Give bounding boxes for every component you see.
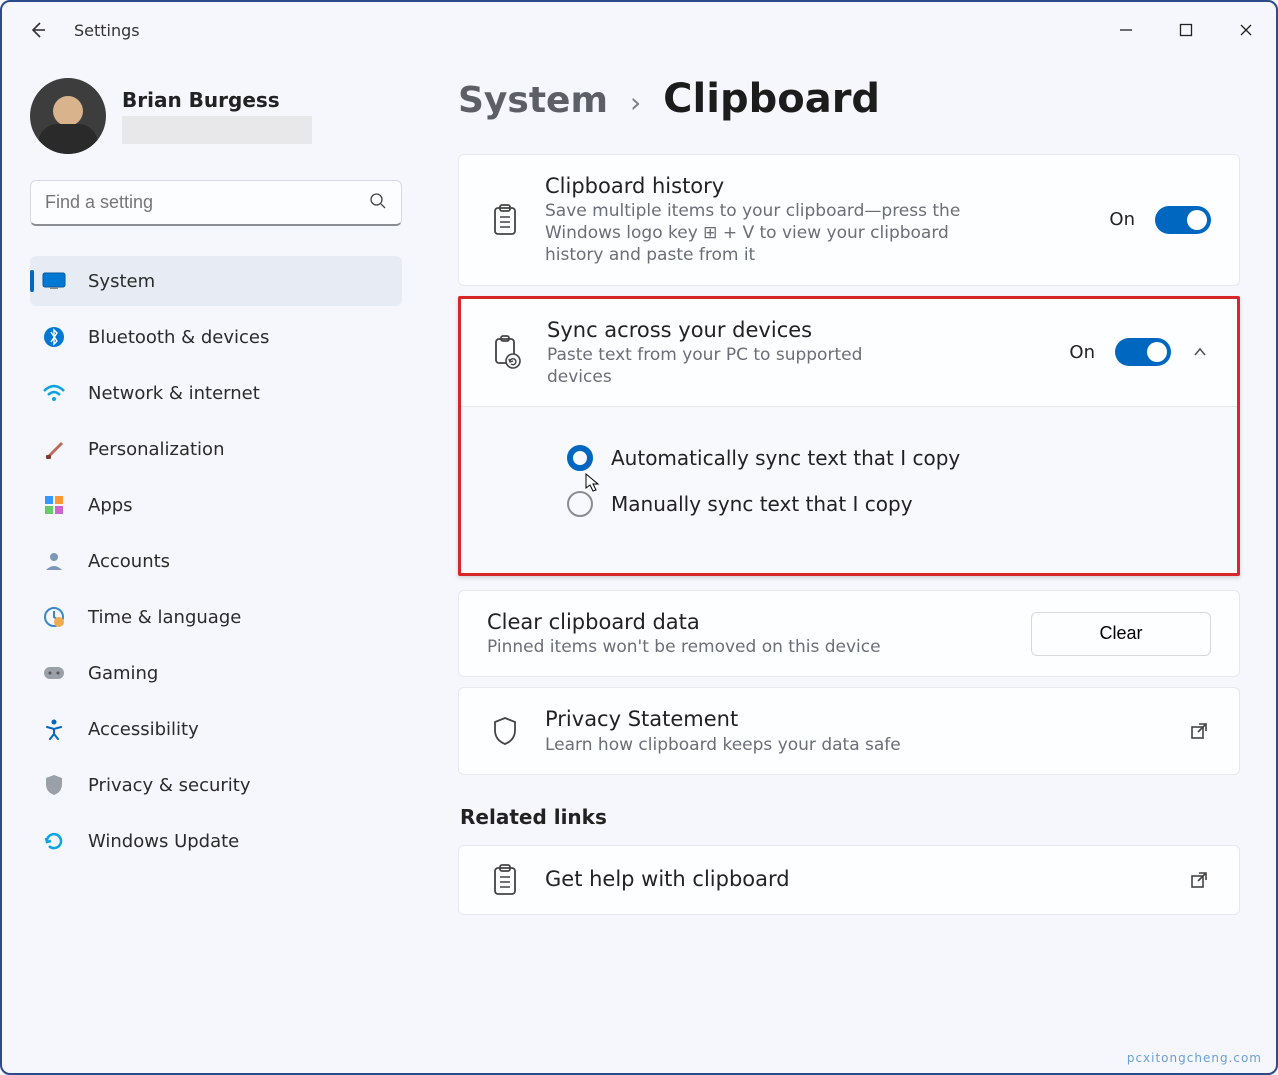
back-button[interactable]	[26, 18, 50, 42]
setting-title: Clear clipboard data	[487, 609, 881, 636]
close-button[interactable]	[1216, 10, 1276, 50]
app-title: Settings	[74, 21, 140, 40]
sidebar-item-apps[interactable]: Apps	[30, 480, 402, 530]
toggle-state-label: On	[1109, 209, 1135, 230]
clipboard-sync-icon	[489, 335, 525, 369]
radio-icon	[567, 445, 593, 471]
setting-description: Learn how clipboard keeps your data safe	[545, 734, 1165, 756]
minimize-button[interactable]	[1096, 10, 1156, 50]
sync-toggle[interactable]	[1115, 338, 1171, 366]
toggle-state-label: On	[1069, 342, 1095, 363]
sidebar-item-label: Windows Update	[88, 831, 239, 852]
update-icon	[42, 829, 66, 853]
clipboard-icon	[487, 204, 523, 236]
sidebar-item-time[interactable]: Time & language	[30, 592, 402, 642]
setting-description: Save multiple items to your clipboard—pr…	[545, 200, 985, 266]
sidebar-item-network[interactable]: Network & internet	[30, 368, 402, 418]
setting-title: Clipboard history	[545, 173, 1087, 200]
window-controls	[1096, 10, 1276, 50]
sidebar-item-bluetooth[interactable]: Bluetooth & devices	[30, 312, 402, 362]
shield-icon	[42, 773, 66, 797]
profile-name: Brian Burgess	[122, 88, 312, 112]
setting-title: Sync across your devices	[547, 317, 1047, 344]
clipboard-history-toggle[interactable]	[1155, 206, 1211, 234]
bluetooth-icon	[42, 325, 66, 349]
sidebar-item-system[interactable]: System	[30, 256, 402, 306]
sidebar-item-accounts[interactable]: Accounts	[30, 536, 402, 586]
breadcrumb-parent[interactable]: System	[458, 80, 608, 121]
sidebar-item-label: Gaming	[88, 663, 158, 684]
related-links-heading: Related links	[460, 805, 1240, 829]
related-link-label: Get help with clipboard	[545, 866, 1165, 893]
sidebar-item-label: Privacy & security	[88, 775, 251, 796]
sidebar-item-label: Network & internet	[88, 383, 260, 404]
sidebar-item-personalization[interactable]: Personalization	[30, 424, 402, 474]
wifi-icon	[42, 381, 66, 405]
clear-button[interactable]: Clear	[1031, 612, 1211, 656]
sidebar-item-label: Accessibility	[88, 719, 199, 740]
avatar	[30, 78, 106, 154]
related-help-clipboard[interactable]: Get help with clipboard	[458, 845, 1240, 915]
external-link-icon	[1187, 719, 1211, 743]
setting-clipboard-history: Clipboard history Save multiple items to…	[458, 154, 1240, 286]
watermark: pcxitongcheng.com	[1127, 1051, 1262, 1065]
profile-email-redacted	[122, 116, 312, 144]
shield-outline-icon	[487, 716, 523, 746]
brush-icon	[42, 437, 66, 461]
cursor-icon	[585, 473, 601, 493]
setting-description: Paste text from your PC to supported dev…	[547, 344, 887, 388]
sidebar-item-label: Apps	[88, 495, 133, 516]
sidebar: Brian Burgess System Bluetooth & devi	[2, 58, 422, 1073]
radio-icon	[567, 491, 593, 517]
apps-icon	[42, 493, 66, 517]
search-box[interactable]	[30, 180, 402, 226]
sidebar-item-label: Accounts	[88, 551, 170, 572]
sidebar-item-gaming[interactable]: Gaming	[30, 648, 402, 698]
external-link-icon	[1187, 868, 1211, 892]
accessibility-icon	[42, 717, 66, 741]
radio-auto-sync[interactable]: Automatically sync text that I copy	[567, 445, 1209, 471]
title-bar: Settings	[2, 2, 1276, 58]
setting-clear-clipboard: Clear clipboard data Pinned items won't …	[458, 590, 1240, 677]
gamepad-icon	[42, 661, 66, 685]
setting-privacy-statement[interactable]: Privacy Statement Learn how clipboard ke…	[458, 687, 1240, 774]
search-input[interactable]	[45, 192, 369, 213]
search-icon	[369, 192, 387, 214]
maximize-button[interactable]	[1156, 10, 1216, 50]
sidebar-item-update[interactable]: Windows Update	[30, 816, 402, 866]
breadcrumb: System › Clipboard	[458, 76, 1240, 122]
sidebar-item-label: System	[88, 271, 155, 292]
setting-title: Privacy Statement	[545, 706, 1165, 733]
system-icon	[42, 269, 66, 293]
user-profile[interactable]: Brian Burgess	[30, 78, 402, 154]
sync-header-row[interactable]: Sync across your devices Paste text from…	[461, 299, 1237, 406]
sidebar-item-label: Time & language	[88, 607, 241, 628]
nav-list: System Bluetooth & devices Network & int…	[30, 256, 402, 866]
chevron-right-icon: ›	[630, 86, 641, 119]
clipboard-icon	[487, 864, 523, 896]
page-title: Clipboard	[663, 76, 880, 122]
person-icon	[42, 549, 66, 573]
sidebar-item-label: Bluetooth & devices	[88, 327, 269, 348]
setting-description: Pinned items won't be removed on this de…	[487, 636, 881, 658]
radio-manual-sync[interactable]: Manually sync text that I copy	[567, 491, 1209, 517]
main-content: System › Clipboard Clipboard history Sav…	[422, 58, 1276, 1073]
sidebar-item-label: Personalization	[88, 439, 224, 460]
radio-label: Automatically sync text that I copy	[611, 446, 960, 470]
sync-options: Automatically sync text that I copy Manu…	[461, 406, 1237, 573]
chevron-up-icon[interactable]	[1191, 343, 1209, 361]
setting-sync-devices-highlighted: Sync across your devices Paste text from…	[458, 296, 1240, 576]
clock-globe-icon	[42, 605, 66, 629]
sidebar-item-privacy[interactable]: Privacy & security	[30, 760, 402, 810]
sidebar-item-accessibility[interactable]: Accessibility	[30, 704, 402, 754]
radio-label: Manually sync text that I copy	[611, 492, 913, 516]
